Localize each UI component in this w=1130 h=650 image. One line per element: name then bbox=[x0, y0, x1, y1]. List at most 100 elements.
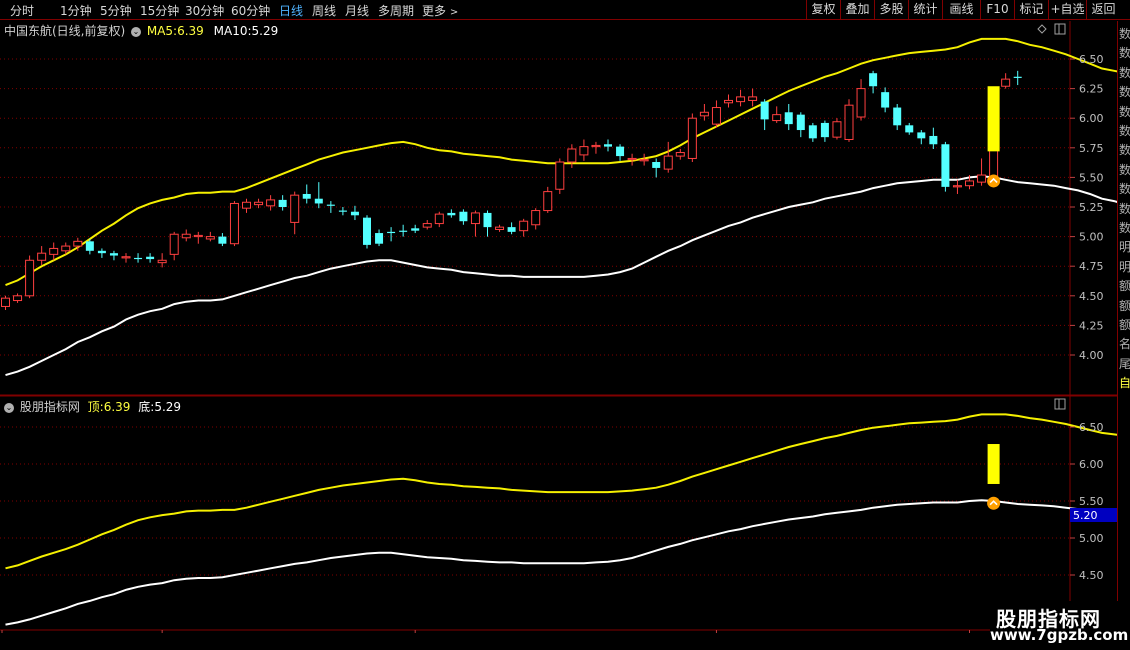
right-info-panel[interactable]: 数数数数数数数数数数数明明额额额名尾自 bbox=[1117, 21, 1130, 633]
price-tick-label: 5.25 bbox=[1079, 201, 1104, 214]
candle-body bbox=[73, 240, 83, 247]
price-tick-label: 4.75 bbox=[1079, 260, 1104, 273]
bottom-band-line bbox=[5, 175, 1117, 377]
candle-body bbox=[952, 185, 962, 188]
price-tick-label: 4.25 bbox=[1079, 319, 1104, 332]
grid-and-frames bbox=[0, 21, 1117, 633]
indicator-name[interactable]: 股朋指标网 bbox=[20, 400, 80, 414]
candle-body bbox=[85, 241, 94, 251]
candle-body bbox=[591, 144, 601, 148]
diamond-icon[interactable] bbox=[1037, 24, 1047, 34]
price-tick-label: 4.00 bbox=[1079, 349, 1104, 362]
right-panel-char: 自 bbox=[1119, 376, 1130, 391]
candle-body bbox=[363, 217, 371, 245]
candle-body bbox=[49, 247, 59, 255]
stock-name[interactable]: 中国东航(日线,前复权) bbox=[4, 24, 125, 38]
candle-body bbox=[652, 162, 661, 168]
price-tick-label: 6.25 bbox=[1079, 83, 1104, 96]
indicator-dropdown-icon-2[interactable]: ⌄ bbox=[4, 402, 14, 413]
candle-body bbox=[61, 245, 71, 252]
candle-body bbox=[796, 114, 805, 131]
candle-body bbox=[254, 201, 264, 206]
candle-body bbox=[290, 194, 300, 223]
candle-body bbox=[411, 228, 420, 231]
candle-body bbox=[422, 223, 432, 228]
indicator-dropdown-icon[interactable]: ⌄ bbox=[131, 26, 142, 37]
candle-body bbox=[242, 201, 251, 209]
candle-body bbox=[856, 88, 866, 118]
candle-body bbox=[699, 111, 709, 117]
current-value-badge: 5.20 bbox=[1073, 509, 1098, 522]
panel-toggle-icon[interactable] bbox=[1054, 23, 1066, 35]
candle-body bbox=[314, 198, 323, 204]
candle-body bbox=[109, 253, 118, 256]
indicator-signals bbox=[987, 444, 1001, 510]
right-panel-char: 明 bbox=[1119, 240, 1130, 255]
right-panel-char: 明 bbox=[1119, 259, 1130, 274]
kline-chart[interactable]: 6.50 6.25 6.00 5.75 5.50 5.25 5.00 4.75 4.50 4.25… bbox=[0, 0, 1117, 633]
candle-body bbox=[146, 256, 155, 260]
price-tick-label: 6.00 bbox=[1079, 458, 1104, 471]
price-tick-label: 5.00 bbox=[1079, 231, 1104, 244]
candle-body bbox=[893, 107, 902, 126]
right-panel-char: 数 bbox=[1119, 143, 1130, 158]
candle-body bbox=[97, 250, 106, 254]
right-panel-char: 数 bbox=[1119, 104, 1130, 119]
signal-up-icon bbox=[987, 496, 1001, 510]
candle-body bbox=[507, 227, 516, 232]
candle-body bbox=[495, 226, 505, 230]
watermark-url: www.7gpzb.com bbox=[990, 626, 1129, 644]
candle-body bbox=[483, 212, 492, 228]
candle-body bbox=[941, 144, 950, 187]
candle-body bbox=[13, 295, 23, 302]
candle-body bbox=[616, 146, 625, 157]
candle-body bbox=[820, 122, 829, 138]
right-panel-char: 数 bbox=[1119, 27, 1130, 41]
candle-body bbox=[567, 148, 577, 163]
candle-body bbox=[25, 259, 35, 297]
candle-body bbox=[905, 125, 914, 133]
top-label: 顶: bbox=[87, 400, 104, 414]
candle-body bbox=[193, 234, 203, 238]
price-tick-label: 5.00 bbox=[1079, 532, 1104, 545]
right-panel-char: 数 bbox=[1119, 182, 1130, 197]
candle-body bbox=[748, 96, 758, 101]
candle-body bbox=[881, 92, 890, 108]
candle-body bbox=[181, 233, 191, 239]
right-panel-char: 额 bbox=[1119, 298, 1130, 313]
candle-body bbox=[543, 191, 553, 212]
ma10-label: MA10: bbox=[213, 24, 252, 38]
price-tick-label: 5.75 bbox=[1079, 142, 1104, 155]
bottom-label: 底: bbox=[138, 400, 155, 414]
candle-body bbox=[205, 236, 215, 240]
right-panel-char: 数 bbox=[1119, 162, 1130, 177]
candle-body bbox=[266, 199, 276, 207]
candle-body bbox=[555, 161, 565, 190]
candle-body bbox=[121, 256, 131, 259]
bottom-value: 5.29 bbox=[154, 400, 182, 414]
candle-body bbox=[917, 132, 926, 139]
candle-body bbox=[1, 297, 10, 307]
right-panel-char: 数 bbox=[1119, 201, 1130, 216]
candle-body bbox=[338, 210, 347, 212]
candle-body bbox=[869, 73, 878, 87]
ma10-value: 5.29 bbox=[251, 24, 279, 38]
candle-body bbox=[711, 107, 721, 125]
candle-body bbox=[531, 210, 541, 226]
price-tick-label: 4.50 bbox=[1079, 569, 1104, 582]
main-info-line: 中国东航(日线,前复权) ⌄ MA5:6.39 MA10:5.29 bbox=[4, 22, 278, 39]
candle-body bbox=[229, 202, 239, 245]
candle-body bbox=[302, 193, 311, 199]
candle-body bbox=[434, 213, 444, 225]
candle-body bbox=[1013, 76, 1022, 78]
right-panel-char: 额 bbox=[1119, 279, 1130, 294]
candle-body bbox=[604, 144, 612, 147]
price-tick-label: 5.50 bbox=[1079, 171, 1104, 184]
watermark: 股朋指标网 www.7gpzb.com bbox=[990, 601, 1130, 650]
candle-body bbox=[977, 174, 987, 183]
candle-body bbox=[844, 104, 854, 141]
panel-toggle-icon-2[interactable] bbox=[1054, 398, 1066, 410]
top-band-line bbox=[5, 413, 1117, 570]
right-panel-char: 数 bbox=[1119, 221, 1130, 235]
ma5-value: 6.39 bbox=[177, 24, 204, 38]
